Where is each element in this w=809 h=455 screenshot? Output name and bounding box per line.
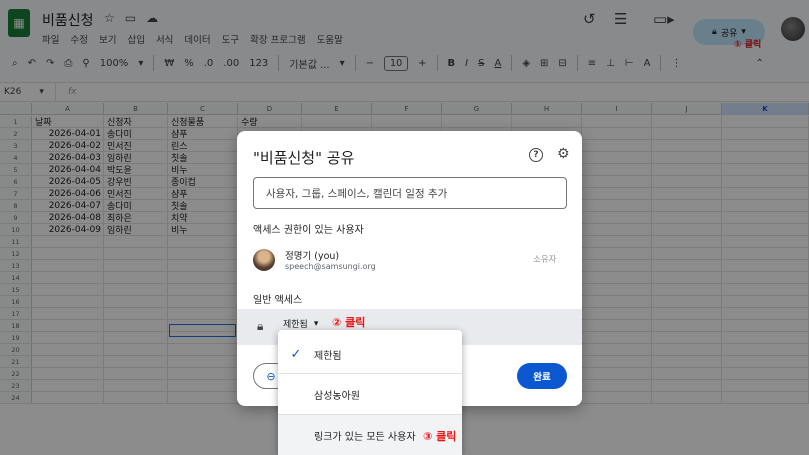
add-people-input[interactable]: 사용자, 그룹, 스페이스, 캘린더 일정 추가 bbox=[253, 177, 567, 209]
general-access-menu: ✓ 제한됨 삼성농아원 링크가 있는 모든 사용자 ③ 클릭 bbox=[278, 330, 462, 455]
menu-item-organization[interactable]: 삼성농아원 bbox=[278, 374, 462, 414]
menu-item-label: 삼성농아원 bbox=[314, 390, 360, 402]
person-name: 정명기 (you) bbox=[285, 251, 340, 262]
menu-item-restricted[interactable]: ✓ 제한됨 bbox=[278, 334, 462, 374]
caret-down-icon: ▾ bbox=[313, 318, 319, 329]
general-access-value: 제한됨 bbox=[283, 320, 308, 330]
dialog-title: "비품신청" 공유 bbox=[253, 149, 355, 167]
avatar bbox=[253, 249, 275, 271]
help-icon[interactable]: ? bbox=[529, 148, 543, 162]
menu-item-label: 링크가 있는 모든 사용자 bbox=[314, 431, 416, 443]
people-with-access-heading: 액세스 권한이 있는 사용자 bbox=[253, 225, 364, 236]
menu-item-anyone-with-link[interactable]: 링크가 있는 모든 사용자 ③ 클릭 bbox=[278, 415, 462, 455]
menu-item-label: 제한됨 bbox=[314, 350, 342, 362]
general-access-select[interactable]: 제한됨 ▾ bbox=[283, 317, 319, 331]
done-button[interactable]: 완료 bbox=[517, 363, 567, 389]
person-role: 소유자 bbox=[533, 255, 557, 265]
checkmark-icon: ✓ bbox=[290, 346, 302, 362]
annotation-step-3: ③ 클릭 bbox=[423, 430, 457, 443]
gear-icon[interactable]: ⚙ bbox=[557, 146, 570, 162]
lock-icon: 🔒︎ bbox=[257, 319, 264, 333]
link-icon: ⊖ bbox=[266, 369, 276, 383]
annotation-step-2: ② 클릭 bbox=[332, 316, 366, 329]
person-email: speech@samsungi.org bbox=[285, 262, 376, 271]
general-access-heading: 일반 액세스 bbox=[253, 295, 303, 306]
